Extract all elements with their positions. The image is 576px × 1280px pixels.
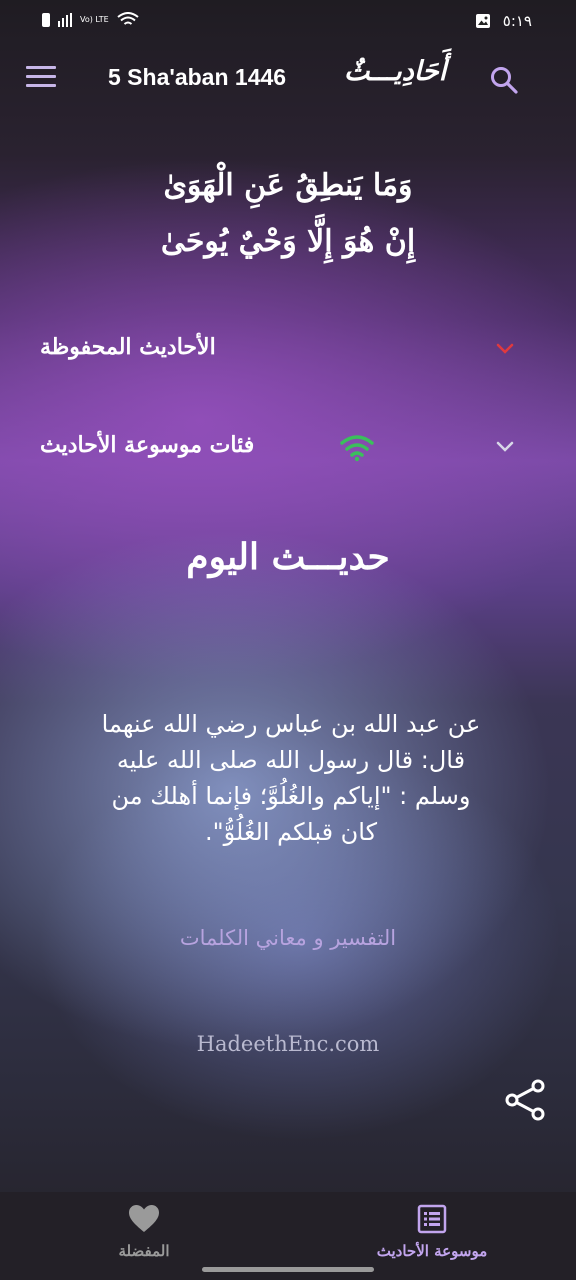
online-wifi-icon <box>340 435 374 462</box>
explanation-link[interactable]: التفسير و معاني الكلمات <box>100 926 476 950</box>
nav-favorites[interactable]: المفضلة <box>64 1204 224 1264</box>
hijri-date: 5 Sha'aban 1446 <box>108 64 287 90</box>
status-time: ٥:١٩ <box>502 12 532 30</box>
hamburger-icon <box>26 66 56 87</box>
hadith-of-the-day-title: حديـــث اليوم <box>186 536 390 578</box>
status-bar: Vo) LTE ٥:١٩ <box>0 0 576 46</box>
heart-icon <box>129 1205 159 1232</box>
hadith-text: عن عبد الله بن عباس رضي الله عنهما قال: … <box>101 710 481 846</box>
chevron-down-icon <box>496 343 514 354</box>
status-right: ٥:١٩ <box>475 12 532 30</box>
encyclopedia-categories-section[interactable]: فئات موسوعة الأحاديث <box>0 418 576 478</box>
favorites-label: المفضلة <box>118 1242 170 1260</box>
menu-button[interactable] <box>26 66 56 90</box>
nav-encyclopedia[interactable]: موسوعة الأحاديث <box>352 1204 512 1264</box>
gallery-notification-icon <box>475 14 490 28</box>
saved-hadiths-section[interactable]: الأحاديث المحفوظة <box>0 320 576 380</box>
search-icon <box>491 67 518 94</box>
source-website: HadeethEnc.com <box>196 1032 380 1056</box>
verse-line-1: وَمَا يَنطِقُ عَنِ الْهَوَىٰ <box>163 168 413 203</box>
saved-hadiths-label: الأحاديث المحفوظة <box>40 334 216 360</box>
signal-icon <box>58 13 72 27</box>
share-button[interactable] <box>502 1076 550 1124</box>
verse-line-2: إِنْ هُوَ إِلَّا وَحْيٌ يُوحَىٰ <box>160 224 416 259</box>
network-type: Vo) LTE <box>80 15 109 24</box>
app-logo: أَحَادِيـــثٌ <box>344 56 447 87</box>
chevron-down-icon <box>496 441 514 452</box>
list-document-icon <box>417 1204 447 1234</box>
battery-icon <box>42 13 50 27</box>
share-icon <box>505 1079 545 1121</box>
status-left: Vo) LTE <box>42 12 139 28</box>
wifi-status-icon <box>117 12 139 25</box>
app-bar: 5 Sha'aban 1446 أَحَادِيـــثٌ <box>0 52 576 108</box>
encyclopedia-label: موسوعة الأحاديث <box>376 1242 488 1260</box>
categories-label: فئات موسوعة الأحاديث <box>40 432 255 458</box>
search-button[interactable] <box>488 64 520 96</box>
quran-verse: وَمَا يَنطِقُ عَنِ الْهَوَىٰ إِنْ هُوَ إ… <box>0 158 576 270</box>
home-indicator[interactable] <box>202 1267 374 1272</box>
